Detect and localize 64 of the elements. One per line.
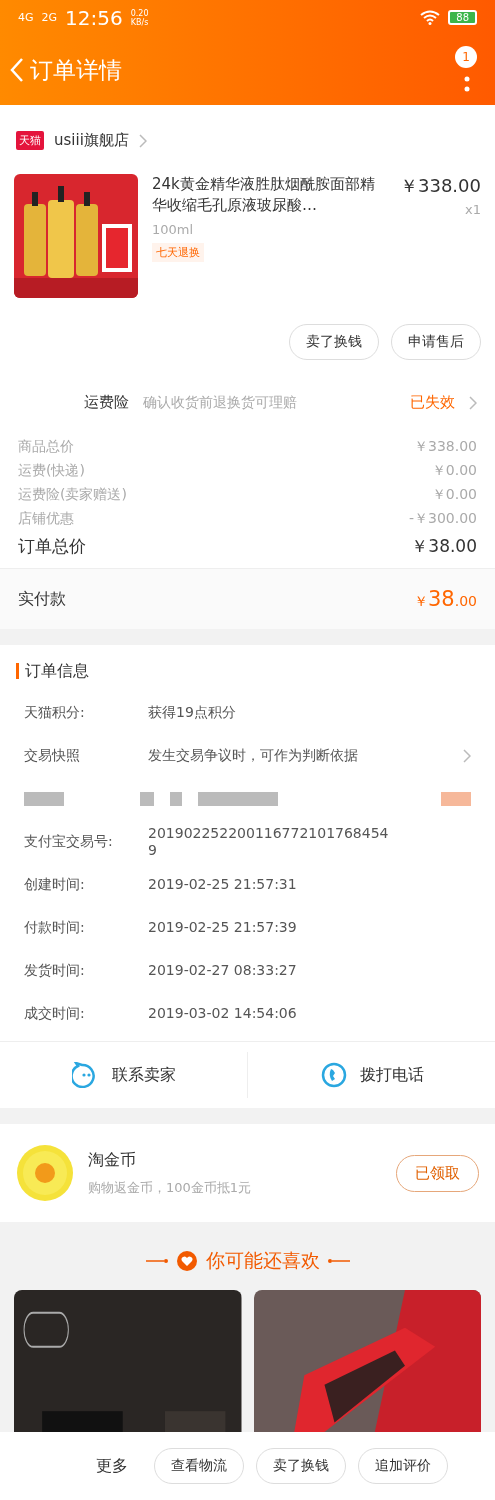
price-label: 运费(快递)	[18, 462, 85, 480]
clock: 12:56	[65, 5, 123, 30]
phone-icon	[319, 1062, 348, 1088]
network-indicator: 2G	[41, 11, 58, 24]
shop-name[interactable]: usiii旗舰店	[54, 131, 129, 150]
chevron-right-icon[interactable]	[463, 748, 471, 763]
info-value: 2019-02-25 21:57:39	[148, 919, 298, 936]
coin-description: 购物返金币，100金币抵1元	[88, 1178, 253, 1197]
action-button[interactable]: 申请售后	[391, 324, 481, 360]
total-value: ￥38.00	[411, 535, 477, 558]
insurance-description: 确认收货前退换货可理赔	[143, 393, 298, 412]
product-price: ￥338.00	[400, 174, 481, 198]
claimed-button[interactable]: 已领取	[396, 1154, 479, 1192]
arrow-decoration-icon	[145, 1258, 168, 1264]
more-link[interactable]: 更多	[96, 1455, 128, 1477]
info-label: 付款时间:	[24, 918, 86, 937]
info-label: 支付宝交易号:	[24, 832, 114, 851]
info-label: 交易快照	[24, 746, 81, 765]
info-value: 2019-03-02 14:54:06	[148, 1005, 298, 1022]
info-label: 创建时间:	[24, 875, 86, 894]
page-title: 订单详情	[30, 55, 122, 85]
info-label: 发货时间:	[24, 961, 86, 980]
price-label: 店铺优惠	[18, 510, 74, 528]
info-value: 2019022522001167721017684549	[148, 824, 390, 859]
store-badge: 天猫	[16, 131, 44, 150]
price-label: 商品总价	[18, 438, 74, 456]
product-quantity: x1	[465, 202, 481, 217]
price-value: ￥338.00	[414, 438, 477, 456]
speed-unit: KB/s	[130, 17, 149, 27]
battery-indicator: 88	[448, 10, 477, 25]
info-value[interactable]: 发生交易争议时，可作为判断依据	[148, 747, 392, 764]
paid-amount: ￥38.00	[414, 587, 477, 611]
arrow-decoration-icon	[327, 1258, 350, 1264]
return-tag: 七天退换	[152, 243, 204, 262]
notification-badge: 1	[455, 46, 477, 68]
price-value: ￥0.00	[431, 462, 477, 480]
speed-value: 0.20	[130, 8, 149, 18]
price-value: ￥0.00	[431, 486, 477, 504]
more-icon[interactable]	[463, 76, 471, 92]
section-title: 订单信息	[16, 663, 495, 679]
action-button[interactable]: 卖了换钱	[256, 1448, 346, 1484]
chevron-right-icon[interactable]	[138, 133, 147, 148]
price-value: -￥300.00	[408, 510, 477, 528]
coin-icon	[16, 1144, 74, 1202]
section-heading: 你可能还喜欢	[205, 1248, 320, 1273]
action-button[interactable]: 追加评价	[358, 1448, 448, 1484]
info-label: 天猫积分:	[24, 703, 86, 722]
info-label: 成交时间:	[24, 1004, 86, 1023]
total-label: 订单总价	[18, 535, 86, 558]
product-sku: 100ml	[152, 222, 195, 237]
info-value: 2019-02-25 21:57:31	[148, 876, 298, 893]
back-icon[interactable]	[10, 57, 24, 83]
coin-title: 淘金币	[88, 1149, 137, 1171]
info-value: 2019-02-27 08:33:27	[148, 962, 298, 979]
info-value: 获得19点积分	[148, 704, 237, 721]
wifi-icon	[420, 10, 441, 25]
insurance-label: 运费险	[84, 393, 129, 412]
action-button[interactable]: 查看物流	[154, 1448, 244, 1484]
network-indicator: 4G	[18, 11, 34, 24]
chevron-right-icon[interactable]	[469, 395, 477, 410]
paid-label: 实付款	[18, 588, 66, 610]
price-label: 运费险(卖家赠送)	[18, 486, 127, 504]
action-button[interactable]: 卖了换钱	[289, 324, 379, 360]
product-title[interactable]: 24k黄金精华液胜肽烟酰胺面部精华收缩毛孔原液玻尿酸…	[152, 174, 386, 216]
